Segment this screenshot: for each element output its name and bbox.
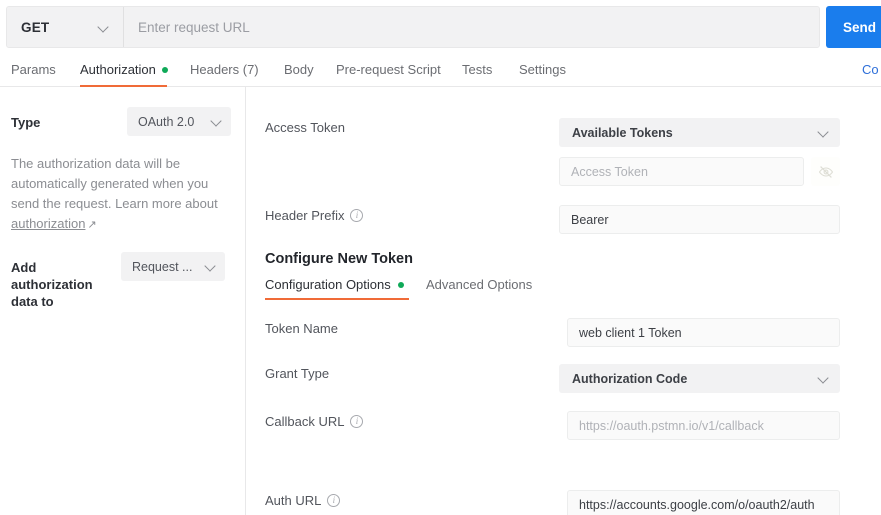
active-subtab-underline — [265, 298, 409, 300]
request-tabs: Params Authorization Headers (7) Body Pr… — [0, 56, 881, 87]
info-icon[interactable]: i — [350, 209, 364, 222]
grant-type-label: Grant Type — [265, 366, 330, 381]
auth-url-label: Auth URL i — [265, 493, 341, 508]
auth-type-dropdown[interactable]: OAuth 2.0 — [127, 107, 231, 136]
add-auth-data-dropdown[interactable]: Request ... — [121, 252, 225, 281]
auth-help-sentence: The authorization data will be automatic… — [11, 156, 218, 211]
tab-pre-request-script[interactable]: Pre-request Script — [336, 56, 441, 87]
chevron-down-icon — [211, 116, 222, 127]
send-button[interactable]: Send — [826, 6, 881, 48]
tab-settings[interactable]: Settings — [519, 56, 566, 87]
http-method-dropdown[interactable]: GET — [7, 7, 124, 47]
grant-type-dropdown[interactable]: Authorization Code — [559, 364, 840, 393]
chevron-down-icon — [818, 127, 829, 138]
subtab-label: Advanced Options — [426, 277, 533, 292]
auth-url-input[interactable]: https://accounts.google.com/o/oauth2/aut… — [567, 490, 840, 515]
auth-type-row: Type OAuth 2.0 — [11, 107, 231, 136]
http-method-label: GET — [21, 19, 50, 35]
header-prefix-label: Header Prefix i — [265, 208, 364, 223]
chevron-down-icon — [205, 261, 216, 272]
token-name-input[interactable]: web client 1 Token — [567, 318, 840, 347]
request-url-bar: GET Enter request URL — [6, 6, 820, 48]
request-url-input[interactable]: Enter request URL — [124, 7, 819, 47]
subtab-label: Configuration Options — [265, 277, 391, 292]
add-auth-data-value: Request ... — [132, 259, 193, 274]
cookies-link[interactable]: Co — [862, 62, 879, 77]
external-link-icon: ↗ — [87, 219, 97, 231]
info-icon[interactable]: i — [350, 415, 364, 428]
subtab-advanced-options[interactable]: Advanced Options — [426, 277, 532, 292]
tab-label: Settings — [519, 62, 566, 77]
grant-type-value: Authorization Code — [572, 371, 688, 386]
authorization-settings-panel: Type OAuth 2.0 The authorization data wi… — [0, 87, 245, 515]
add-auth-data-label: Add authorization data to — [11, 260, 93, 309]
tab-params[interactable]: Params — [11, 56, 56, 87]
available-tokens-value: Available Tokens — [572, 125, 673, 140]
info-icon[interactable]: i — [327, 494, 341, 507]
available-tokens-dropdown[interactable]: Available Tokens — [559, 118, 840, 147]
tab-label: Pre-request Script — [336, 62, 441, 77]
access-token-label: Access Token — [265, 120, 345, 135]
unsaved-dot-icon — [161, 67, 168, 73]
tab-label: Body — [284, 62, 314, 77]
add-auth-data-row: Add authorization data to Request ... — [11, 252, 231, 310]
chevron-down-icon — [98, 22, 109, 33]
callback-url-label-text: Callback URL — [265, 414, 345, 429]
auth-help-text: The authorization data will be automatic… — [11, 154, 231, 235]
auth-url-label-text: Auth URL — [265, 493, 322, 508]
header-prefix-label-text: Header Prefix — [265, 208, 345, 223]
access-token-input[interactable]: Access Token — [559, 157, 804, 186]
oauth2-configuration-panel: Access Token Available Tokens Access Tok… — [246, 87, 881, 515]
chevron-down-icon — [818, 373, 829, 384]
tab-label: Params — [11, 62, 56, 77]
tab-body[interactable]: Body — [284, 56, 314, 87]
postman-request-pane: GET Enter request URL Send Params Author… — [0, 0, 881, 515]
tab-authorization[interactable]: Authorization — [80, 56, 168, 87]
tab-headers[interactable]: Headers (7) — [190, 56, 259, 87]
auth-type-label: Type — [11, 115, 41, 130]
callback-url-input[interactable]: https://oauth.pstmn.io/v1/callback — [567, 411, 840, 440]
authorization-doc-link[interactable]: authorization — [11, 216, 85, 231]
tab-label: Headers (7) — [190, 62, 259, 77]
configure-new-token-heading: Configure New Token — [265, 251, 413, 267]
tab-tests[interactable]: Tests — [462, 56, 492, 87]
header-prefix-input[interactable]: Bearer — [559, 205, 840, 234]
auth-type-value: OAuth 2.0 — [138, 114, 195, 129]
subtab-configuration-options[interactable]: Configuration Options — [265, 277, 404, 292]
tab-label: Authorization — [80, 62, 156, 77]
unsaved-dot-icon — [397, 281, 404, 288]
callback-url-label: Callback URL i — [265, 414, 364, 429]
eye-off-icon[interactable] — [811, 157, 840, 186]
tab-label: Tests — [462, 62, 493, 77]
token-name-label: Token Name — [265, 321, 338, 336]
